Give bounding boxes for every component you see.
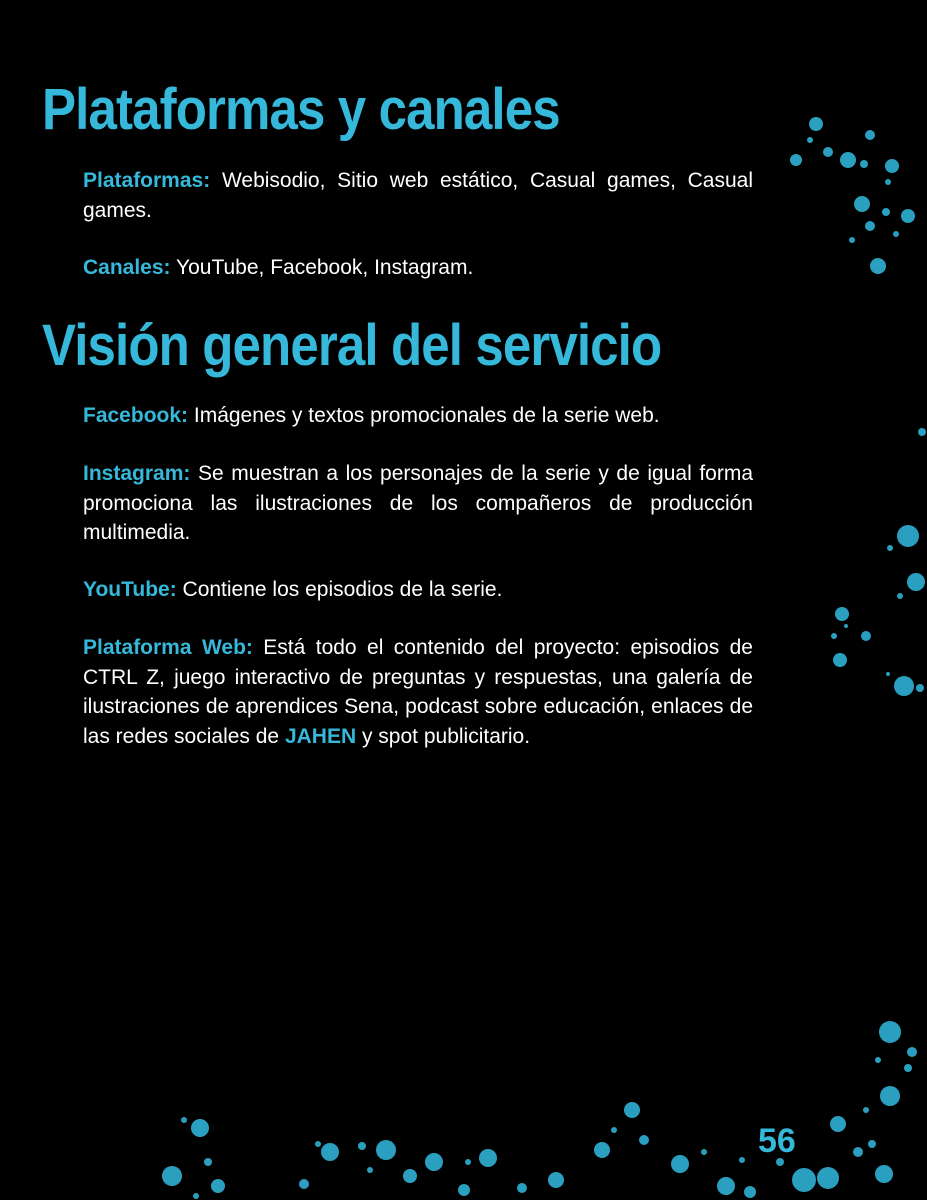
- youtube-label: YouTube:: [83, 578, 177, 601]
- channels-label: Canales:: [83, 256, 171, 279]
- jahen-highlight: JAHEN: [284, 724, 357, 748]
- web-platform-label: Plataforma Web:: [83, 636, 253, 659]
- facebook-text: Imágenes y textos promocionales de la se…: [188, 404, 660, 427]
- facebook-label: Facebook:: [83, 404, 189, 427]
- web-platform-paragraph: Plataforma Web: Está todo el contenido d…: [83, 633, 753, 751]
- instagram-paragraph: Instagram: Se muestran a los personajes …: [83, 459, 753, 548]
- facebook-paragraph: Facebook: Imágenes y textos promocionale…: [83, 401, 753, 431]
- instagram-label: Instagram:: [83, 462, 191, 485]
- platforms-label: Plataformas:: [83, 169, 211, 192]
- channels-text: YouTube, Facebook, Instagram.: [170, 256, 474, 279]
- platforms-paragraph: Plataformas: Webisodio, Sitio web estáti…: [83, 166, 753, 225]
- section-title-platforms: Plataformas y canales: [42, 77, 561, 142]
- page-number: 56: [758, 1122, 796, 1160]
- web-platform-text-end: y spot publicitario.: [356, 724, 531, 748]
- channels-paragraph: Canales: YouTube, Facebook, Instagram.: [83, 253, 753, 283]
- section-title-service: Visión general del servicio: [42, 313, 662, 378]
- youtube-text: Contiene los episodios de la serie.: [176, 578, 503, 601]
- page: Plataformas y canales Plataformas: Webis…: [0, 0, 927, 1200]
- youtube-paragraph: YouTube: Contiene los episodios de la se…: [83, 575, 753, 605]
